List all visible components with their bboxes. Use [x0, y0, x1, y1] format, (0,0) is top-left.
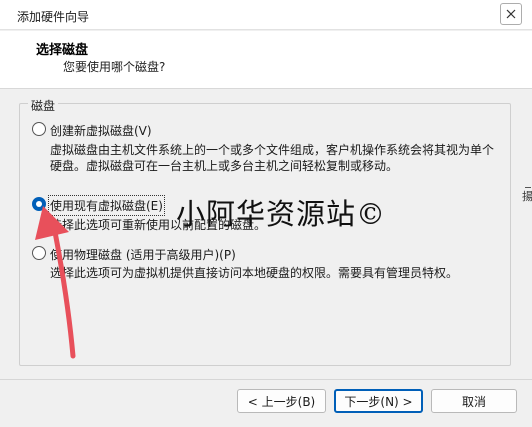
next-button[interactable]: 下一步(N) >	[334, 389, 423, 413]
disk-group-label: 磁盘	[28, 97, 59, 114]
radio-use-existing-disk[interactable]	[32, 197, 46, 211]
background-window-text: 揚	[522, 190, 532, 203]
radio-create-new-disk[interactable]	[32, 122, 46, 136]
page-title: 选择磁盘	[36, 43, 89, 58]
option-create-new-disk-desc-line2: 硬盘。虚拟磁盘可在一台主机上或多台主机之间轻松复制或移动。	[50, 159, 399, 173]
watermark-text: 小阿华资源站©	[176, 197, 387, 231]
page-subtitle: 您要使用哪个磁盘?	[63, 60, 166, 74]
option-create-new-disk-label[interactable]: 创建新虚拟磁盘(V)	[50, 122, 152, 139]
close-icon	[506, 9, 516, 19]
close-button[interactable]	[500, 3, 522, 25]
wizard-header: 选择磁盘 您要使用哪个磁盘?	[0, 31, 532, 89]
window-title: 添加硬件向导	[17, 10, 90, 24]
radio-use-physical-disk[interactable]	[32, 246, 46, 260]
title-bar: 添加硬件向导	[0, 0, 532, 30]
option-use-existing-disk-label[interactable]: 使用现有虚拟磁盘(E)	[48, 195, 165, 216]
footer-separator	[0, 379, 532, 380]
cancel-button[interactable]: 取消	[431, 389, 517, 413]
option-use-physical-disk-label[interactable]: 使用物理磁盘 (适用于高级用户)(P)	[50, 246, 236, 263]
back-button[interactable]: < 上一步(B)	[237, 389, 326, 413]
option-use-physical-disk-desc: 选择此选项可为虚拟机提供直接访问本地硬盘的权限。需要具有管理员特权。	[50, 266, 459, 280]
